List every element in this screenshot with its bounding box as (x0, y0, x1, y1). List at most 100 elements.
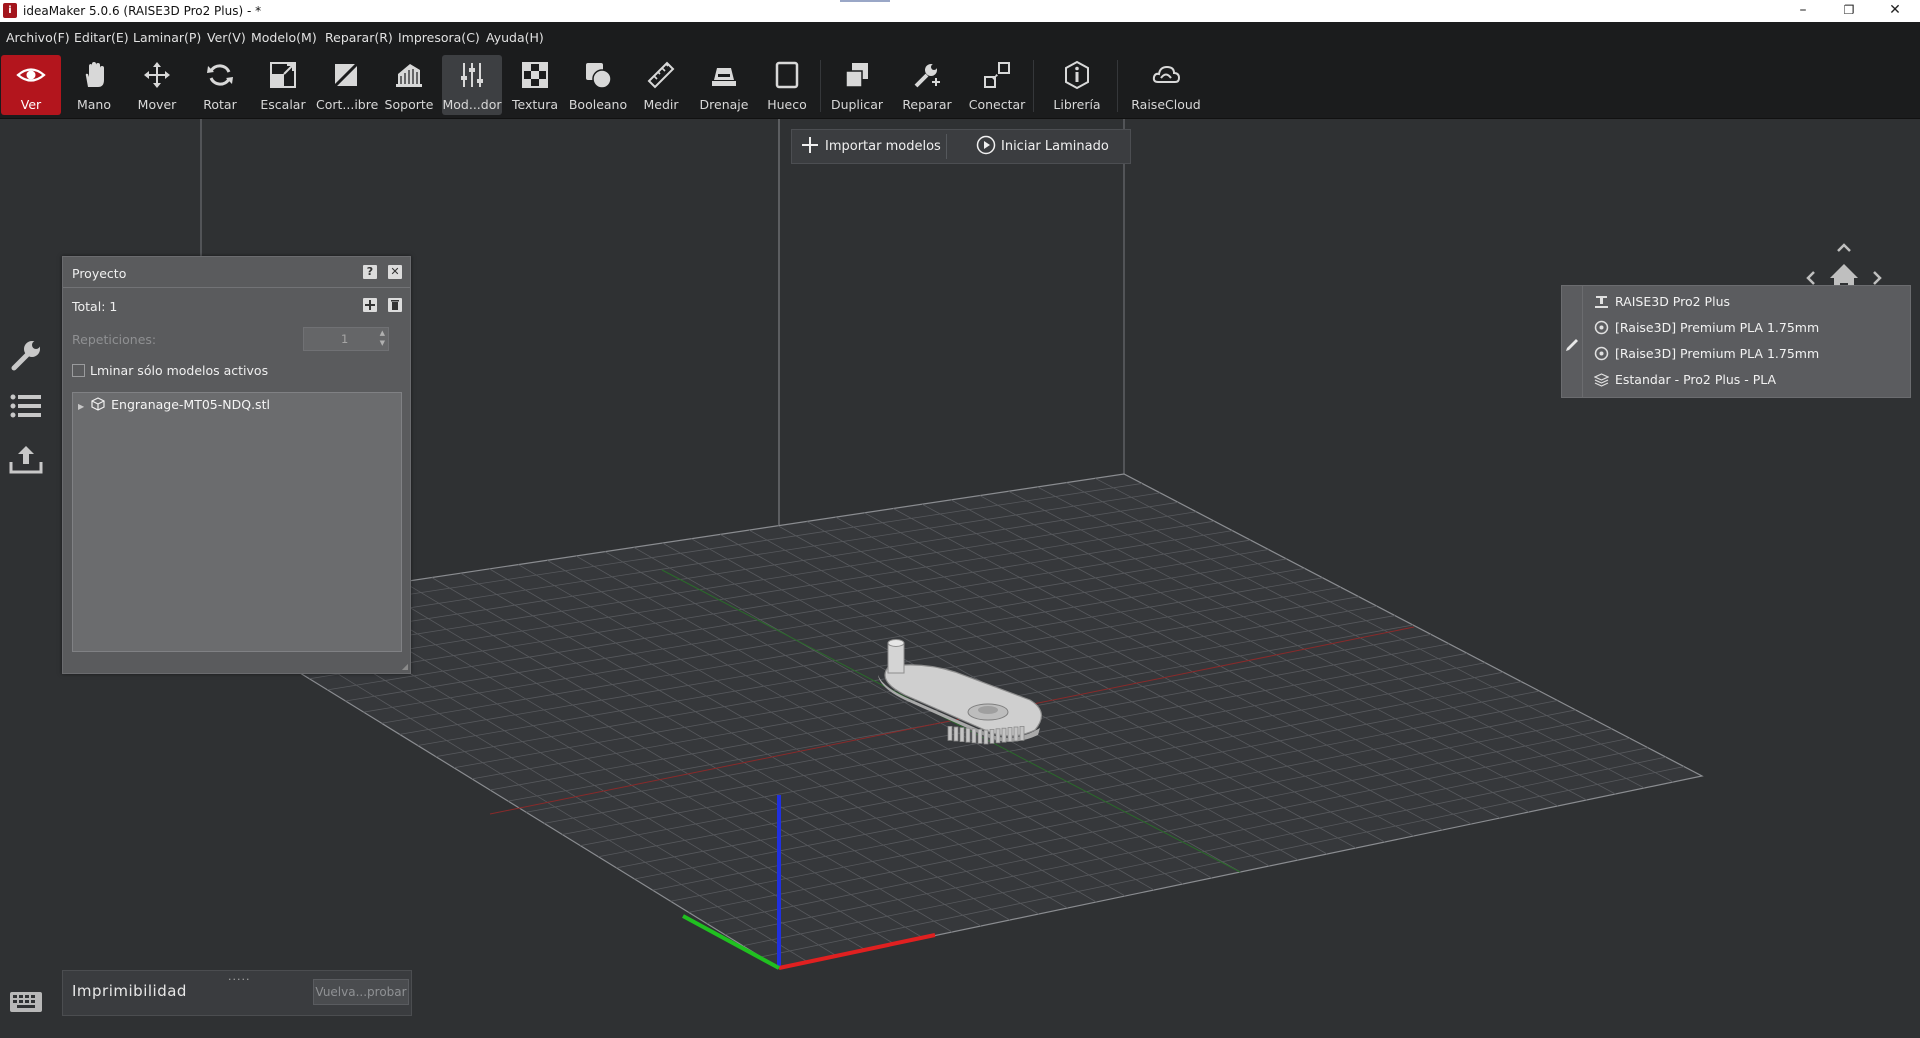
import-models-button[interactable]: Importar modelos (800, 130, 941, 163)
tool-rotar-button[interactable]: Rotar (190, 55, 250, 115)
tool-label: Conectar (968, 97, 1026, 112)
tool-label: Duplicar (830, 97, 884, 112)
tool-drenaje-button[interactable]: Drenaje (694, 55, 754, 115)
menu-modelo[interactable]: Modelo(M) (251, 30, 317, 45)
tool-cortar-button[interactable]: Cort...ibre (316, 55, 378, 115)
toolbar-separator (1033, 60, 1034, 112)
list-icon[interactable] (8, 389, 52, 425)
print-settings-panel: RAISE3D Pro2 Plus [Raise3D] Premium PLA … (1561, 285, 1911, 398)
model-total: Total: 1 (72, 299, 118, 314)
repetitions-value: 1 (341, 332, 349, 346)
tool-modificador-button[interactable]: Mod...dor (442, 55, 502, 115)
drag-handle[interactable]: ····· (228, 973, 250, 986)
add-model-button[interactable] (363, 298, 377, 312)
ruler-icon (646, 60, 676, 90)
tool-escalar-button[interactable]: Escalar (253, 55, 313, 115)
repetitions-stepper[interactable]: 1 ▲ ▼ (303, 327, 389, 351)
title-bar: i ideaMaker 5.0.6 (RAISE3D Pro2 Plus) - … (0, 0, 1920, 22)
rotate-icon (205, 60, 235, 90)
project-panel-header: Proyecto ? ✕ (63, 257, 410, 288)
hollow-icon (772, 60, 802, 90)
tool-duplicar-button[interactable]: Duplicar (827, 55, 887, 115)
wrench-icon[interactable] (8, 337, 44, 373)
tool-medir-button[interactable]: Medir (631, 55, 691, 115)
tool-textura-button[interactable]: Textura (505, 55, 565, 115)
profile-info[interactable]: Estandar - Pro2 Plus - PLA (1593, 372, 1777, 387)
menu-impresora[interactable]: Impresora(C) (398, 30, 480, 45)
import-models-label: Importar modelos (825, 139, 941, 154)
cube-icon (91, 397, 105, 411)
tool-hueco-button[interactable]: Hueco (757, 55, 817, 115)
tool-label: Drenaje (699, 97, 749, 112)
list-item[interactable]: ▶ Engranage-MT05-NDQ.stl (78, 397, 270, 412)
project-panel-title: Proyecto (72, 266, 127, 281)
window-title: ideaMaker 5.0.6 (RAISE3D Pro2 Plus) - * (23, 4, 262, 18)
edit-settings-button[interactable] (1562, 286, 1583, 397)
tool-raisecloud-button[interactable]: RaiseCloud (1131, 55, 1201, 115)
menu-editar[interactable]: Editar(E) (74, 30, 129, 45)
tool-ver-button[interactable]: Ver (1, 55, 61, 115)
slice-active-label: Lminar sólo modelos activos (90, 363, 269, 378)
filament-right-info[interactable]: [Raise3D] Premium PLA 1.75mm (1594, 346, 1819, 361)
scale-icon (268, 60, 298, 90)
tool-label: Mover (137, 97, 177, 112)
printer-name: RAISE3D Pro2 Plus (1615, 294, 1731, 309)
boolean-icon (583, 60, 613, 90)
printer-icon (1594, 294, 1609, 309)
tool-booleano-button[interactable]: Booleano (568, 55, 628, 115)
profile-name: Estandar - Pro2 Plus - PLA (1615, 372, 1777, 387)
delete-model-button[interactable] (388, 298, 402, 312)
project-panel: Proyecto ? ✕ Total: 1 Repeticiones: 1 ▲ … (62, 256, 411, 674)
menu-reparar[interactable]: Reparar(R) (325, 30, 393, 45)
filament-left-name: [Raise3D] Premium PLA 1.75mm (1615, 320, 1820, 335)
tool-label: Textura (511, 97, 558, 112)
menu-ayuda[interactable]: Ayuda(H) (486, 30, 544, 45)
eye-icon (16, 60, 46, 90)
tool-mano-button[interactable]: Mano (64, 55, 124, 115)
menu-archivo[interactable]: Archivo(F) (6, 30, 70, 45)
start-slicing-button[interactable]: Iniciar Laminado (976, 130, 1109, 163)
tool-label: Soporte (384, 97, 434, 112)
tool-reparar-button[interactable]: Reparar (897, 55, 957, 115)
expand-arrow-icon[interactable]: ▶ (78, 402, 84, 411)
close-button[interactable]: ✕ (1872, 0, 1918, 22)
restore-button[interactable]: ❐ (1826, 0, 1872, 22)
menu-ver[interactable]: Ver(V) (207, 30, 246, 45)
library-icon (1062, 60, 1092, 90)
slice-active-checkbox[interactable] (72, 364, 85, 377)
resize-grip-icon[interactable]: ◢ (402, 662, 408, 671)
tool-label: Escalar (260, 97, 306, 112)
layers-icon (1593, 372, 1610, 387)
minimize-button[interactable]: – (1780, 0, 1826, 22)
quickbar-separator (946, 134, 947, 159)
printer-info[interactable]: RAISE3D Pro2 Plus (1594, 294, 1730, 309)
title-accent (840, 0, 890, 2)
tool-label: Medir (643, 97, 679, 112)
project-close-button[interactable]: ✕ (388, 265, 402, 279)
tool-libreria-button[interactable]: Librería (1047, 55, 1107, 115)
tool-soporte-button[interactable]: Soporte (379, 55, 439, 115)
view-right-icon (1873, 271, 1882, 285)
plus-icon (800, 135, 820, 155)
stepper-up-icon[interactable]: ▲ (380, 329, 385, 337)
plus-icon (365, 300, 375, 310)
keyboard-icon[interactable] (9, 990, 43, 1014)
tool-label: RaiseCloud (1131, 97, 1201, 112)
tool-label: Reparar (902, 97, 952, 112)
filament-right-name: [Raise3D] Premium PLA 1.75mm (1615, 346, 1820, 361)
upload-icon[interactable] (8, 442, 44, 478)
cloud-icon (1151, 60, 1181, 90)
menu-laminar[interactable]: Laminar(P) (133, 30, 201, 45)
stepper-down-icon[interactable]: ▼ (380, 339, 385, 347)
tool-conectar-button[interactable]: Conectar (967, 55, 1027, 115)
filament-left-info[interactable]: [Raise3D] Premium PLA 1.75mm (1594, 320, 1819, 335)
support-icon (394, 60, 424, 90)
repetitions-label: Repeticiones: (72, 332, 157, 347)
printability-panel: ····· Imprimibilidad Vuelva...probar (62, 970, 412, 1016)
cut-icon (331, 60, 361, 90)
retest-button[interactable]: Vuelva...probar (313, 979, 409, 1005)
tool-mover-button[interactable]: Mover (127, 55, 187, 115)
menu-bar: Archivo(F) Editar(E) Laminar(P) Ver(V) M… (0, 22, 1920, 52)
help-button[interactable]: ? (363, 265, 377, 279)
view-up-icon (1837, 243, 1851, 252)
